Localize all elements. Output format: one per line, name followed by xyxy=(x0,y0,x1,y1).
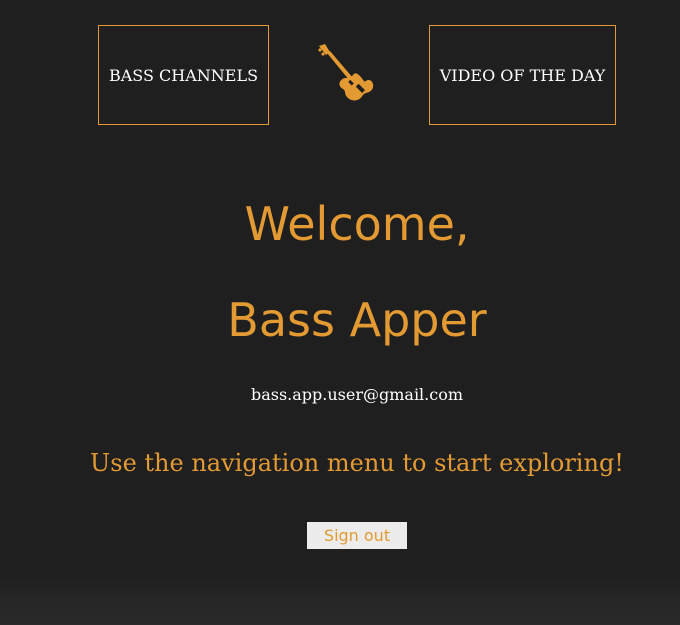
welcome-heading: Welcome, xyxy=(244,197,470,251)
nav-bass-channels-label: BASS CHANNELS xyxy=(108,65,259,85)
user-email: bass.app.user@gmail.com xyxy=(250,385,464,404)
nav-video-of-the-day[interactable]: VIDEO OF THE DAY xyxy=(429,25,616,125)
bass-guitar-icon xyxy=(316,42,384,106)
explore-message: Use the navigation menu to start explori… xyxy=(90,449,624,477)
sign-out-button[interactable]: Sign out xyxy=(307,522,407,549)
nav-bass-channels[interactable]: BASS CHANNELS xyxy=(98,25,269,125)
nav-video-of-the-day-label: VIDEO OF THE DAY xyxy=(439,65,606,85)
username-heading: Bass Apper xyxy=(227,293,487,347)
